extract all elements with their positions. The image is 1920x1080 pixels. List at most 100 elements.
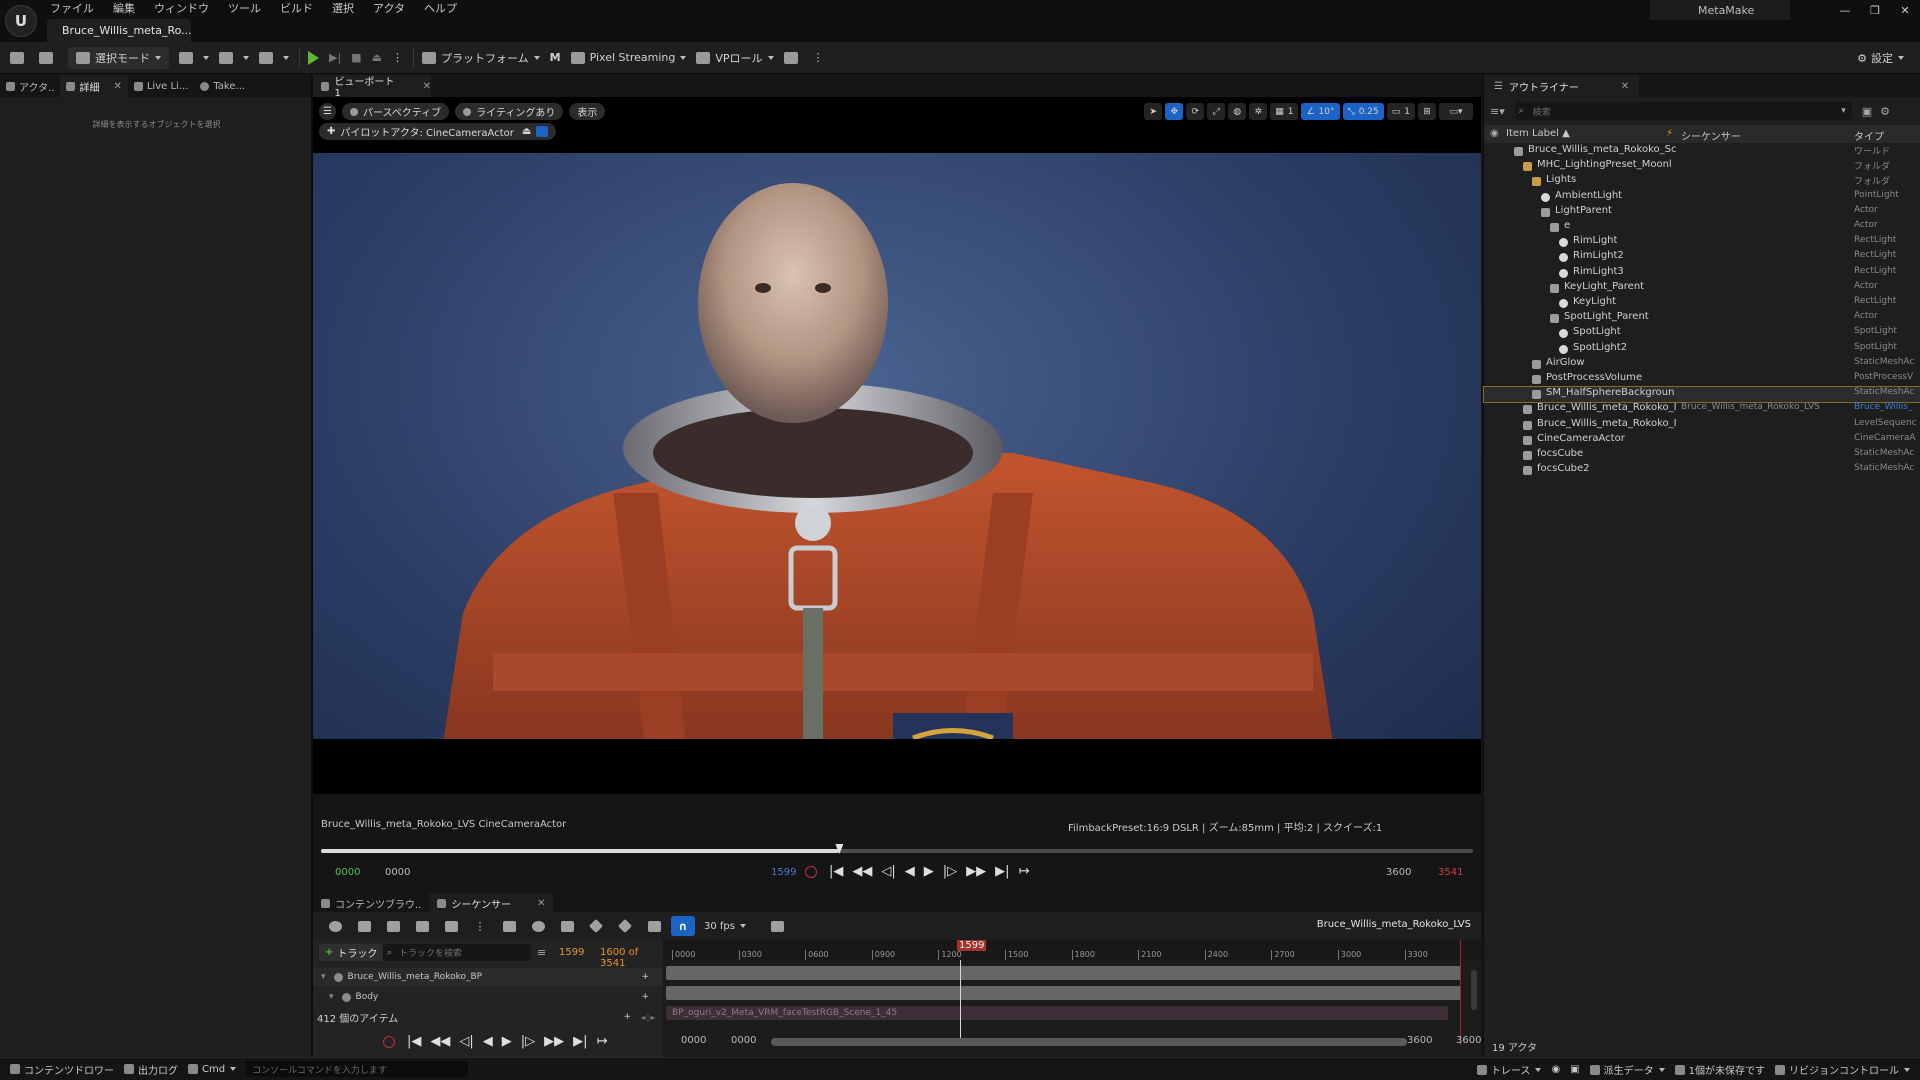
pixel-streaming-button[interactable]: Pixel Streaming	[570, 47, 687, 69]
scale-snap-button[interactable]: ⤡ 0.25	[1342, 103, 1384, 120]
more-options-icon[interactable]: ⋮	[468, 916, 492, 936]
outliner-row[interactable]: KeyLight_Parent Actor	[1484, 281, 1920, 296]
world-icon[interactable]	[323, 916, 347, 936]
loop-icon[interactable]: ↦	[597, 1034, 608, 1049]
metahuman-icon[interactable]: M	[550, 47, 561, 69]
view-end-frame[interactable]: 3600	[1456, 1035, 1481, 1046]
camera-speed-button[interactable]: ▭ 1	[1386, 103, 1415, 120]
sequencer-current-frame[interactable]: 1599	[559, 947, 584, 958]
screenshot-icon[interactable]	[783, 47, 803, 69]
add-icon[interactable]: +	[641, 992, 649, 1002]
level-viewport[interactable]: ☰ パースペクティブ ライティングあり 表示 ✚ パイロットアクタ: CineC…	[313, 97, 1481, 739]
outliner-row[interactable]: SM_HalfSphereBackgroun StaticMeshAc	[1483, 386, 1920, 404]
outliner-row[interactable]: SpotLight SpotLight	[1484, 326, 1920, 341]
jump-start-icon[interactable]: |◀	[407, 1034, 421, 1049]
eject-pilot-icon[interactable]: ⏏	[522, 126, 531, 137]
outliner-row[interactable]: focsCube StaticMeshAc	[1484, 448, 1920, 463]
track-row[interactable]: ▾ Bruce_Willis_meta_Rokoko_BP +	[313, 968, 663, 986]
curve-pen-icon[interactable]	[642, 916, 666, 936]
menu-select[interactable]: 選択	[332, 0, 354, 16]
layout-button[interactable]: ▭▾	[1439, 103, 1473, 120]
track-bar[interactable]	[666, 966, 1461, 980]
tools-icon[interactable]	[497, 916, 521, 936]
menu-build[interactable]: ビルド	[280, 0, 313, 16]
menu-help[interactable]: ヘルプ	[424, 0, 457, 16]
animation-clip[interactable]: BP_oguri_v2_Meta_VRM_faceTestRGB_Scene_1…	[666, 1006, 1448, 1020]
minimize-icon[interactable]: —	[1830, 4, 1860, 17]
menu-edit[interactable]: 編集	[113, 0, 135, 16]
outliner-row[interactable]: PostProcessVolume PostProcessV	[1484, 372, 1920, 387]
outliner-row[interactable]: Bruce_Willis_meta_Rokoko_I Bruce_Willis_m…	[1484, 402, 1920, 417]
grid-snap-button[interactable]: ▦ 1	[1270, 103, 1299, 120]
outliner-row[interactable]: AmbientLight PointLight	[1484, 190, 1920, 205]
derived-data-button[interactable]: 派生データ	[1589, 1062, 1665, 1077]
track-bar[interactable]	[666, 986, 1461, 1000]
expand-icon[interactable]: ▾	[329, 992, 334, 1002]
rotate-icon[interactable]: ⟳	[1186, 103, 1205, 120]
next-frame-icon[interactable]: |▷	[943, 864, 957, 879]
outliner-row[interactable]: SpotLight2 SpotLight	[1484, 342, 1920, 357]
maximize-icon[interactable]: ❐	[1860, 4, 1890, 17]
pilot-actor-pill[interactable]: ✚ パイロットアクタ: CineCameraActor ⏏	[319, 123, 557, 140]
tab-viewport[interactable]: ビューポート1 ✕	[313, 75, 431, 99]
outliner-row[interactable]: SpotLight_Parent Actor	[1484, 311, 1920, 326]
vertical-scrollbar[interactable]	[1471, 970, 1477, 1010]
next-key-icon[interactable]: ▶▶	[966, 864, 986, 879]
outliner-row[interactable]: RimLight2 RectLight	[1484, 250, 1920, 265]
cinematics-button[interactable]	[259, 47, 289, 69]
add-folder-icon[interactable]: ▣	[1862, 105, 1872, 118]
content-icon[interactable]	[39, 47, 58, 69]
key-nav-icon[interactable]: ◂◇▸	[641, 1013, 655, 1022]
cmd-selector[interactable]: Cmd	[188, 1064, 237, 1075]
close-tab-icon[interactable]: ✕	[537, 898, 545, 909]
close-icon[interactable]: ✕	[1890, 4, 1920, 17]
timeline-playhead-label[interactable]: 1599	[957, 940, 987, 951]
lighting-button[interactable]: ライティングあり	[455, 103, 564, 120]
blueprint-button[interactable]	[219, 47, 249, 69]
key-icon[interactable]	[613, 916, 637, 936]
record-icon[interactable]	[805, 865, 817, 878]
play-reverse-icon[interactable]: ◀	[905, 864, 915, 879]
eject-icon[interactable]: ⏏	[372, 47, 382, 69]
outliner-row[interactable]: RimLight3 RectLight	[1484, 266, 1920, 281]
render-movie-icon[interactable]	[410, 916, 434, 936]
trace-button[interactable]: トレース	[1476, 1062, 1542, 1077]
outliner-row[interactable]: MHC_LightingPreset_Moonl フォルダ	[1484, 159, 1920, 174]
chevron-down-icon[interactable]: ▾	[1841, 106, 1846, 116]
world-local-icon[interactable]: ◍	[1228, 103, 1247, 120]
outliner-row[interactable]: LightParent Actor	[1484, 205, 1920, 220]
maximize-viewport-icon[interactable]: ⊞	[1418, 103, 1436, 120]
play-icon[interactable]: ▶	[924, 864, 934, 879]
select-mode-button[interactable]: 選択モード	[68, 46, 169, 69]
tab-actors[interactable]: アクタ..	[0, 75, 60, 97]
outliner-row[interactable]: AirGlow StaticMeshAc	[1484, 357, 1920, 372]
close-tab-icon[interactable]: ✕	[1621, 81, 1629, 92]
visibility-icon[interactable]: ◉	[1490, 128, 1499, 139]
working-start-frame[interactable]: 0000	[731, 1035, 756, 1046]
play-icon[interactable]: ▶	[502, 1034, 512, 1049]
unsaved-button[interactable]: 1個が未保存です	[1674, 1062, 1765, 1077]
viewport-menu-button[interactable]: ☰	[319, 103, 336, 120]
unreal-logo-icon[interactable]: U	[5, 5, 37, 37]
tab-live-link[interactable]: Live Li...	[128, 75, 194, 97]
tab-content-browser[interactable]: コンテンツブラウ..	[313, 894, 429, 912]
add-icon[interactable]: +	[623, 1012, 631, 1022]
record-icon[interactable]	[383, 1035, 395, 1048]
perspective-button[interactable]: パースペクティブ	[341, 103, 450, 120]
vp-role-button[interactable]: VPロール	[696, 47, 774, 69]
close-tab-icon[interactable]: ✕	[423, 81, 431, 92]
next-frame-icon[interactable]: |▷	[521, 1034, 535, 1049]
outliner-row[interactable]: Bruce_Willis_meta_Rokoko_I LevelSequenc	[1484, 418, 1920, 433]
column-sequencer[interactable]: シーケンサー	[1681, 128, 1741, 143]
outliner-search-input[interactable]: ⌕ 検索 ▾	[1514, 102, 1852, 120]
expand-icon[interactable]: ▾	[321, 972, 326, 982]
menu-actor[interactable]: アクタ	[373, 0, 405, 16]
play-reverse-icon[interactable]: ◀	[483, 1034, 493, 1049]
view-start-frame[interactable]: 0000	[681, 1035, 706, 1046]
level-document-tab[interactable]: Bruce_Willis_meta_Ro...	[47, 19, 192, 42]
save-icon[interactable]	[10, 47, 29, 69]
advance-frame-icon[interactable]: ▶|	[329, 47, 341, 69]
prev-key-icon[interactable]: ◀◀	[430, 1034, 450, 1049]
prev-frame-icon[interactable]: ◁|	[881, 864, 895, 879]
next-key-icon[interactable]: ▶▶	[544, 1034, 564, 1049]
